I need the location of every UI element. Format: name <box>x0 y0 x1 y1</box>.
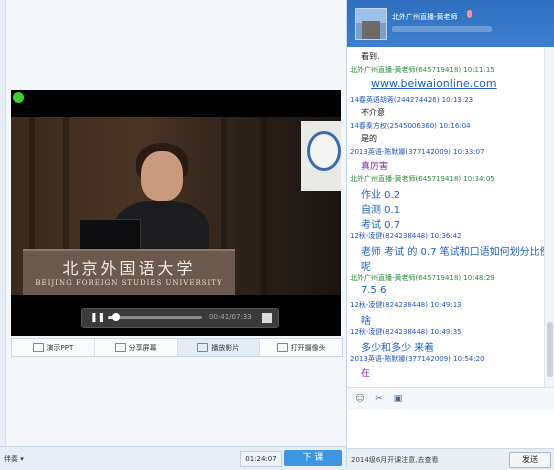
present-ppt-label: 演示PPT <box>46 343 74 352</box>
audio-mode-select[interactable]: 伴奏 ▾ <box>4 454 24 464</box>
playback-time: 00:41/07:33 <box>209 313 252 321</box>
class-status-bar: 伴奏 ▾ 01:24:07 下 课 <box>0 446 346 470</box>
message-input[interactable] <box>347 410 554 448</box>
video-player[interactable]: 北京外国语大学 BEIJING FOREIGN STUDIES UNIVERSI… <box>11 90 341 336</box>
podium: 北京外国语大学 BEIJING FOREIGN STUDIES UNIVERSI… <box>23 249 235 295</box>
message-text: 自测 0.1 <box>361 205 401 216</box>
video-frame: 北京外国语大学 BEIJING FOREIGN STUDIES UNIVERSI… <box>11 117 341 295</box>
message-sender-meta: 14春秦方权(2545006360) 10:16:04 <box>350 122 471 130</box>
presentation-icon <box>32 343 44 352</box>
message-text: 7.5 6 <box>361 285 387 296</box>
end-class-button[interactable]: 下 课 <box>284 450 342 466</box>
message-text: 啥 <box>361 316 371 327</box>
message-sender-meta: 2013英语-陈默娜(377142009) 10:33:07 <box>350 148 485 156</box>
message-text: 不介意 <box>361 108 385 117</box>
pause-button[interactable]: ❚❚ <box>90 312 105 324</box>
play-movie-button[interactable]: 播放影片 <box>177 339 261 356</box>
building-avatar[interactable] <box>355 8 387 40</box>
chat-scrollbar[interactable] <box>544 47 554 387</box>
stop-button[interactable] <box>262 313 272 323</box>
university-logo-icon <box>307 131 341 171</box>
message-sender-meta: 北外广州直播-黄老师(645719418) 10:34:05 <box>350 175 495 183</box>
share-screen-button[interactable]: 分享屏幕 <box>95 339 178 356</box>
message-text: 是的 <box>361 134 377 143</box>
room-subtitle <box>392 26 492 32</box>
scissors-icon[interactable]: ✂ <box>374 394 384 404</box>
projection-screen <box>301 121 341 191</box>
message-text: 真厉害 <box>361 162 389 172</box>
open-camera-label: 打开摄像头 <box>290 343 326 352</box>
message-text: 呢 <box>361 262 371 273</box>
send-button[interactable]: 发送 <box>509 452 551 468</box>
teaching-toolbar: 演示PPT 分享屏幕 播放影片 打开摄像头 <box>11 338 343 357</box>
present-ppt-button[interactable]: 演示PPT <box>12 339 95 356</box>
message-text: 考试 0.7 <box>361 220 401 231</box>
message-sender-meta: 14春英语胡蓉(244274426) 10:13:23 <box>350 96 474 104</box>
playback-controls: ❚❚ 00:41/07:33 <box>81 308 279 328</box>
chat-toolbar: ☺ ✂ ▣ <box>347 387 554 411</box>
chat-footer: 2014级6月开课注意,去查看 发送 <box>347 448 554 470</box>
emoji-icon[interactable]: ☺ <box>355 394 365 404</box>
chat-pane: 北外广州直播-黄老师 看到. 北外广州直播-黄老师(645719418) 10:1… <box>347 0 554 470</box>
classroom-pane: 北京外国语大学 BEIJING FOREIGN STUDIES UNIVERSI… <box>0 0 347 470</box>
speaker-face <box>141 151 183 201</box>
podium-chinese-text: 北京外国语大学 <box>62 259 196 278</box>
progress-thumb[interactable] <box>112 313 121 321</box>
notice-text: 2014级6月开课注意,去查看 <box>351 456 439 464</box>
play-movie-label: 播放影片 <box>211 343 240 352</box>
message-text: 在 <box>361 369 371 379</box>
progress-bar[interactable] <box>108 313 202 321</box>
message-sender-meta: 12秋-凌健(824238448) 10:36:42 <box>350 232 462 240</box>
chat-header: 北外广州直播-黄老师 <box>347 0 554 47</box>
microphone-icon[interactable] <box>467 10 472 18</box>
live-indicator-icon <box>13 92 24 103</box>
scroll-thumb[interactable] <box>547 322 553 377</box>
message-text: 老师 考试 的 0.7 笔试和口语如何划分比例 <box>361 247 544 258</box>
film-icon <box>197 343 209 352</box>
camera-icon <box>276 343 288 352</box>
curtain-fold <box>261 117 267 295</box>
podium-english-text: BEIJING FOREIGN STUDIES UNIVERSITY <box>35 279 223 287</box>
message-text[interactable]: www.beiwaionline.com <box>371 77 497 90</box>
message-sender-meta: 12秋-凌健(824238448) 10:49:35 <box>350 328 462 336</box>
monitor-icon <box>114 343 126 352</box>
message-sender-meta: 2013英语-陈默娜(377142009) 10:54:20 <box>350 355 485 363</box>
message-text: 多少和多少 来着 <box>361 343 435 354</box>
message-text: 作业 0.2 <box>361 190 401 201</box>
message-sender-meta: 北外广州直播-黄老师(645719418) 10:48:29 <box>350 274 495 282</box>
message-text: 看到. <box>361 52 380 61</box>
message-sender-meta: 北外广州直播-黄老师(645719418) 10:11:15 <box>350 66 495 74</box>
image-icon[interactable]: ▣ <box>393 394 403 404</box>
chat-messages: 看到. 北外广州直播-黄老师(645719418) 10:11:15 www.bei… <box>347 47 544 387</box>
open-camera-button[interactable]: 打开摄像头 <box>260 339 342 356</box>
elapsed-timer: 01:24:07 <box>240 451 282 467</box>
message-sender-meta: 12秋-凌健(824238448) 10:49:13 <box>350 301 462 309</box>
share-screen-label: 分享屏幕 <box>128 343 157 352</box>
room-title: 北外广州直播-黄老师 <box>392 13 458 21</box>
left-edge-bar <box>0 0 6 469</box>
